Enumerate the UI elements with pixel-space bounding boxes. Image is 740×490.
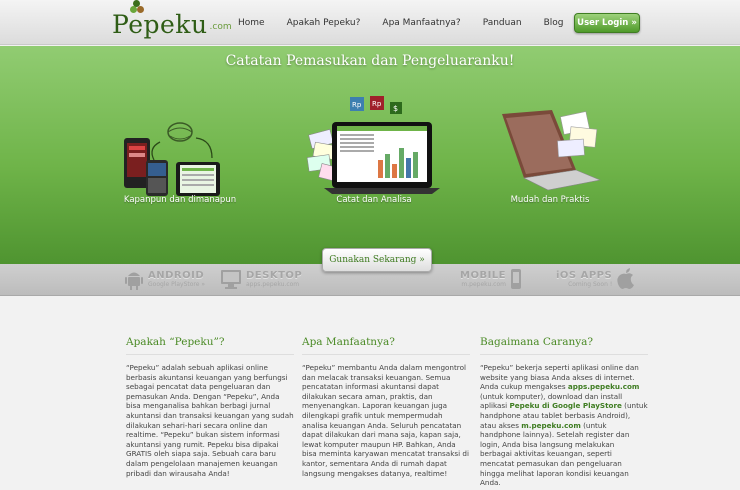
playstore-link[interactable]: Pepeku di Google PlayStore bbox=[509, 401, 621, 410]
column-apakah-pepeku: Apakah “Pepeku”? “Pepeku” adalah sebuah … bbox=[126, 336, 294, 478]
column-text: “Pepeku” membantu Anda dalam mengontrol … bbox=[302, 363, 469, 478]
platform-ios-name: iOS APPS bbox=[556, 270, 613, 281]
main-nav: Home Apakah Pepeku? Apa Manfaatnya? Pand… bbox=[238, 0, 585, 45]
feature-caption-1: Kapanpun dan dimanapun bbox=[123, 195, 237, 205]
column-heading: Bagaimana Caranya? bbox=[480, 336, 648, 355]
currency-tag-1: Rp bbox=[352, 101, 362, 109]
nav-panduan[interactable]: Panduan bbox=[483, 18, 522, 28]
laptop-notes-icon bbox=[502, 110, 602, 191]
currency-tag-3: $ bbox=[393, 104, 398, 113]
android-icon bbox=[125, 272, 143, 290]
nav-home[interactable]: Home bbox=[238, 18, 265, 28]
nav-apakah-pepeku[interactable]: Apakah Pepeku? bbox=[287, 18, 361, 28]
desktop-icon bbox=[221, 270, 241, 289]
hero-banner: Catatan Pemasukan dan Pengeluaranku! Kap… bbox=[0, 46, 740, 264]
platform-android-name: ANDROID bbox=[148, 270, 205, 281]
logo-domain: .com bbox=[209, 22, 232, 32]
feature-caption-3: Mudah dan Praktis bbox=[510, 195, 590, 205]
column-heading: Apakah “Pepeku”? bbox=[126, 336, 294, 355]
platform-desktop-name: DESKTOP bbox=[246, 270, 303, 281]
feature-caption-2: Catat dan Analisa bbox=[336, 195, 412, 205]
gunakan-sekarang-button[interactable]: Gunakan Sekarang » bbox=[322, 248, 432, 272]
column-apa-manfaatnya: Apa Manfaatnya? “Pepeku” membantu Anda d… bbox=[302, 336, 470, 478]
logo[interactable]: Pepeku .com bbox=[112, 0, 232, 40]
nav-apa-manfaatnya[interactable]: Apa Manfaatnya? bbox=[382, 18, 460, 28]
column-heading: Apa Manfaatnya? bbox=[302, 336, 470, 355]
column-text: “Pepeku” bekerja seperti aplikasi online… bbox=[480, 363, 648, 488]
platform-android-sub: Google PlayStore » bbox=[148, 281, 206, 288]
platform-desktop-sub: apps.pepeku.com bbox=[246, 281, 300, 288]
platform-ios[interactable]: iOS APPS Coming Soon ! bbox=[556, 268, 636, 290]
platform-mobile[interactable]: MOBILE m.pepeku.com bbox=[460, 268, 522, 290]
laptop-chart-icon: Rp Rp $ bbox=[306, 96, 440, 194]
platform-mobile-sub: m.pepeku.com bbox=[461, 281, 506, 288]
platform-desktop[interactable]: DESKTOP apps.pepeku.com bbox=[220, 268, 302, 290]
logo-text: Pepeku bbox=[112, 10, 208, 39]
apple-icon bbox=[617, 268, 635, 289]
platform-android[interactable]: ANDROID Google PlayStore » bbox=[124, 268, 205, 290]
platform-mobile-name: MOBILE bbox=[460, 270, 506, 281]
apps-link[interactable]: apps.pepeku.com bbox=[568, 382, 640, 391]
devices-icon bbox=[124, 122, 220, 196]
text-segment: (untuk handphone lainnya). Setelah regis… bbox=[480, 420, 630, 488]
nav-blog[interactable]: Blog bbox=[544, 18, 564, 28]
hero-title: Catatan Pemasukan dan Pengeluaranku! bbox=[225, 53, 515, 69]
column-bagaimana-caranya: Bagaimana Caranya? “Pepeku” bekerja sepe… bbox=[480, 336, 648, 488]
column-text: “Pepeku” adalah sebuah aplikasi online b… bbox=[126, 363, 294, 478]
currency-tag-2: Rp bbox=[372, 100, 382, 108]
site-header: Pepeku .com Home Apakah Pepeku? Apa Manf… bbox=[0, 0, 740, 45]
user-login-button[interactable]: User Login » bbox=[574, 13, 640, 33]
mobile-phone-icon bbox=[511, 269, 521, 289]
mobile-link[interactable]: m.pepeku.com bbox=[521, 421, 581, 430]
platform-ios-sub: Coming Soon ! bbox=[568, 281, 613, 288]
